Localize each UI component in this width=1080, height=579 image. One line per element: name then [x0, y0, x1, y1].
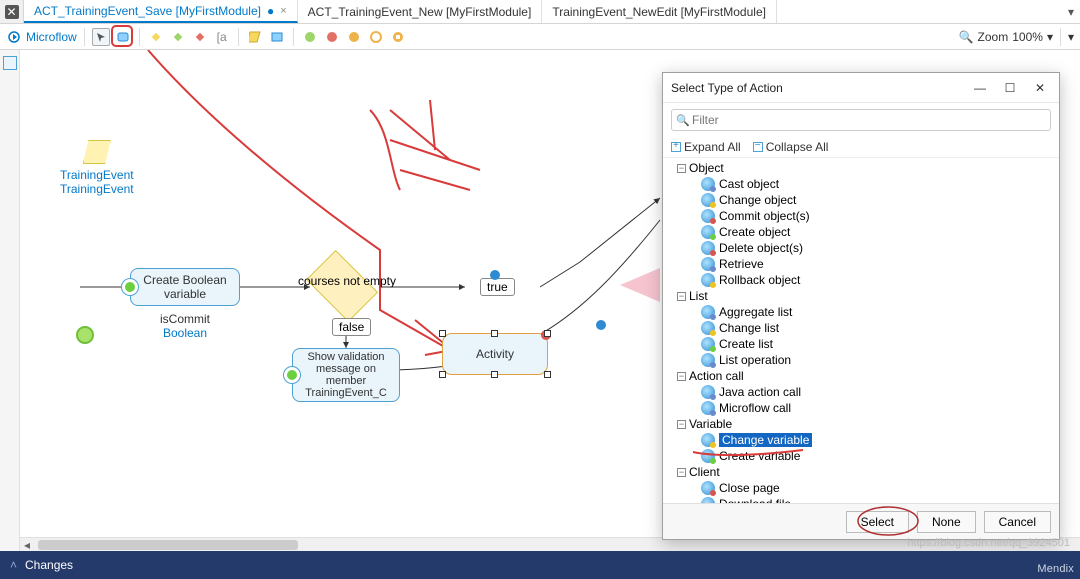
- variable-badge-icon: [121, 278, 139, 296]
- param-yellow-icon[interactable]: [246, 28, 264, 46]
- close-button[interactable]: ✕: [1029, 81, 1051, 95]
- source-url: https://blog.csdn.net/qq_3924501: [907, 537, 1070, 549]
- node-label: Show validation message on member Traini…: [301, 351, 391, 399]
- tree-item[interactable]: Microflow call: [663, 400, 1059, 416]
- tree-group-variable[interactable]: −Variable: [663, 416, 1059, 432]
- zoom-control[interactable]: 🔍 Zoom 100% ▾ ▾: [959, 28, 1074, 46]
- tree-group-object[interactable]: −Object: [663, 160, 1059, 176]
- left-gutter: [0, 50, 20, 551]
- editor-type-label: Microflow: [6, 29, 77, 45]
- gutter-panel-icon[interactable]: [3, 56, 17, 70]
- tree-item[interactable]: Delete object(s): [663, 240, 1059, 256]
- connection-point-icon[interactable]: [490, 270, 500, 280]
- filter-input[interactable]: [671, 109, 1051, 131]
- maximize-button[interactable]: ☐: [999, 81, 1021, 95]
- tree-group-actioncall[interactable]: −Action call: [663, 368, 1059, 384]
- connection-point-icon[interactable]: [596, 320, 606, 330]
- action-tree[interactable]: −Object Cast object Change object Commit…: [663, 157, 1059, 503]
- activity-node-selected[interactable]: Activity: [442, 333, 548, 375]
- entity-chip-icon: [83, 140, 111, 164]
- dirty-dot-icon: ●: [267, 4, 274, 18]
- flow-label-false[interactable]: false: [332, 318, 371, 336]
- microflow-icon: [6, 29, 22, 45]
- break-icon[interactable]: [389, 28, 407, 46]
- tree-item[interactable]: Rollback object: [663, 272, 1059, 288]
- dialog-title: Select Type of Action: [671, 81, 969, 95]
- start-node[interactable]: [76, 326, 94, 344]
- dialog-footer: Select None Cancel: [663, 503, 1059, 539]
- tab-act-save[interactable]: ACT_TrainingEvent_Save [MyFirstModule] ●…: [24, 0, 298, 23]
- minimize-button[interactable]: —: [969, 81, 991, 95]
- node-label: Create Boolean variable: [139, 273, 231, 301]
- tab-close-icon[interactable]: ×: [280, 5, 286, 17]
- chevron-up-icon[interactable]: ˄: [10, 558, 17, 572]
- shape-diamond-green[interactable]: [169, 28, 187, 46]
- tab-newedit[interactable]: TrainingEvent_NewEdit [MyFirstModule]: [542, 0, 777, 23]
- tree-item[interactable]: Cast object: [663, 176, 1059, 192]
- watermark-text: Mendix: [1037, 563, 1074, 575]
- entity-type: TrainingEvent: [60, 182, 134, 196]
- tree-group-client[interactable]: −Client: [663, 464, 1059, 480]
- zoom-label: Zoom: [978, 30, 1009, 44]
- rectangle-tool-button[interactable]: [114, 28, 132, 46]
- tree-item[interactable]: Change object: [663, 192, 1059, 208]
- tree-item[interactable]: Create object: [663, 224, 1059, 240]
- end-green-icon[interactable]: [301, 28, 319, 46]
- tab-label: ACT_TrainingEvent_Save [MyFirstModule]: [34, 4, 261, 18]
- chevron-down-icon[interactable]: ▾: [1047, 30, 1053, 44]
- tree-item[interactable]: Create list: [663, 336, 1059, 352]
- tree-group-list[interactable]: −List: [663, 288, 1059, 304]
- collapse-all-button[interactable]: Collapse All: [753, 140, 829, 154]
- tree-item[interactable]: Retrieve: [663, 256, 1059, 272]
- validation-badge-icon: [283, 366, 301, 384]
- status-bar: ˄ Changes Mendix: [0, 551, 1080, 579]
- expand-icon: [671, 142, 681, 152]
- validation-node[interactable]: Show validation message on member Traini…: [292, 348, 400, 402]
- zoom-icon: 🔍: [959, 30, 974, 44]
- select-action-dialog: Select Type of Action — ☐ ✕ 🔍 Expand All…: [662, 72, 1060, 540]
- shape-diamond-yellow[interactable]: [147, 28, 165, 46]
- status-label[interactable]: Changes: [25, 558, 73, 572]
- flow-label-true[interactable]: true: [480, 278, 515, 296]
- create-boolean-node[interactable]: Create Boolean variable: [130, 268, 240, 306]
- expand-all-button[interactable]: Expand All: [671, 140, 741, 154]
- tree-item[interactable]: List operation: [663, 352, 1059, 368]
- decision-label: courses not empty: [292, 274, 402, 288]
- end-red-icon[interactable]: [323, 28, 341, 46]
- tab-act-new[interactable]: ACT_TrainingEvent_New [MyFirstModule]: [298, 0, 543, 23]
- tree-item[interactable]: Aggregate list: [663, 304, 1059, 320]
- tree-item[interactable]: Java action call: [663, 384, 1059, 400]
- close-all-tabs-button[interactable]: ✕: [0, 0, 24, 23]
- tree-item[interactable]: Close page: [663, 480, 1059, 496]
- overflow-menu-icon[interactable]: ▾: [1068, 30, 1074, 44]
- tab-label: TrainingEvent_NewEdit [MyFirstModule]: [552, 5, 766, 19]
- tab-overflow-button[interactable]: ▾: [1062, 0, 1080, 23]
- entity-name: TrainingEvent: [60, 168, 134, 182]
- editor-toolbar: Microflow [a 🔍 Zoom 100% ▾ ▾: [0, 24, 1080, 50]
- param-blue-icon[interactable]: [268, 28, 286, 46]
- tree-item[interactable]: Download file: [663, 496, 1059, 503]
- tab-strip: ✕ ACT_TrainingEvent_Save [MyFirstModule]…: [0, 0, 1080, 24]
- parameter-entity[interactable]: TrainingEvent TrainingEvent: [60, 140, 134, 196]
- shape-diamond-red[interactable]: [191, 28, 209, 46]
- search-icon: 🔍: [676, 114, 690, 127]
- create-boolean-sub: isCommit Boolean: [130, 312, 240, 340]
- tree-item[interactable]: Change list: [663, 320, 1059, 336]
- dialog-titlebar[interactable]: Select Type of Action — ☐ ✕: [663, 73, 1059, 103]
- pointer-tool-button[interactable]: [92, 28, 110, 46]
- continue-icon[interactable]: [367, 28, 385, 46]
- collapse-icon: [753, 142, 763, 152]
- end-orange-icon[interactable]: [345, 28, 363, 46]
- node-label: Activity: [476, 347, 514, 361]
- zoom-value: 100%: [1012, 30, 1043, 44]
- scroll-left-icon[interactable]: ◂: [20, 538, 34, 551]
- annotation-tool-button[interactable]: [a: [213, 28, 231, 46]
- tab-label: ACT_TrainingEvent_New [MyFirstModule]: [308, 5, 532, 19]
- tree-item[interactable]: Commit object(s): [663, 208, 1059, 224]
